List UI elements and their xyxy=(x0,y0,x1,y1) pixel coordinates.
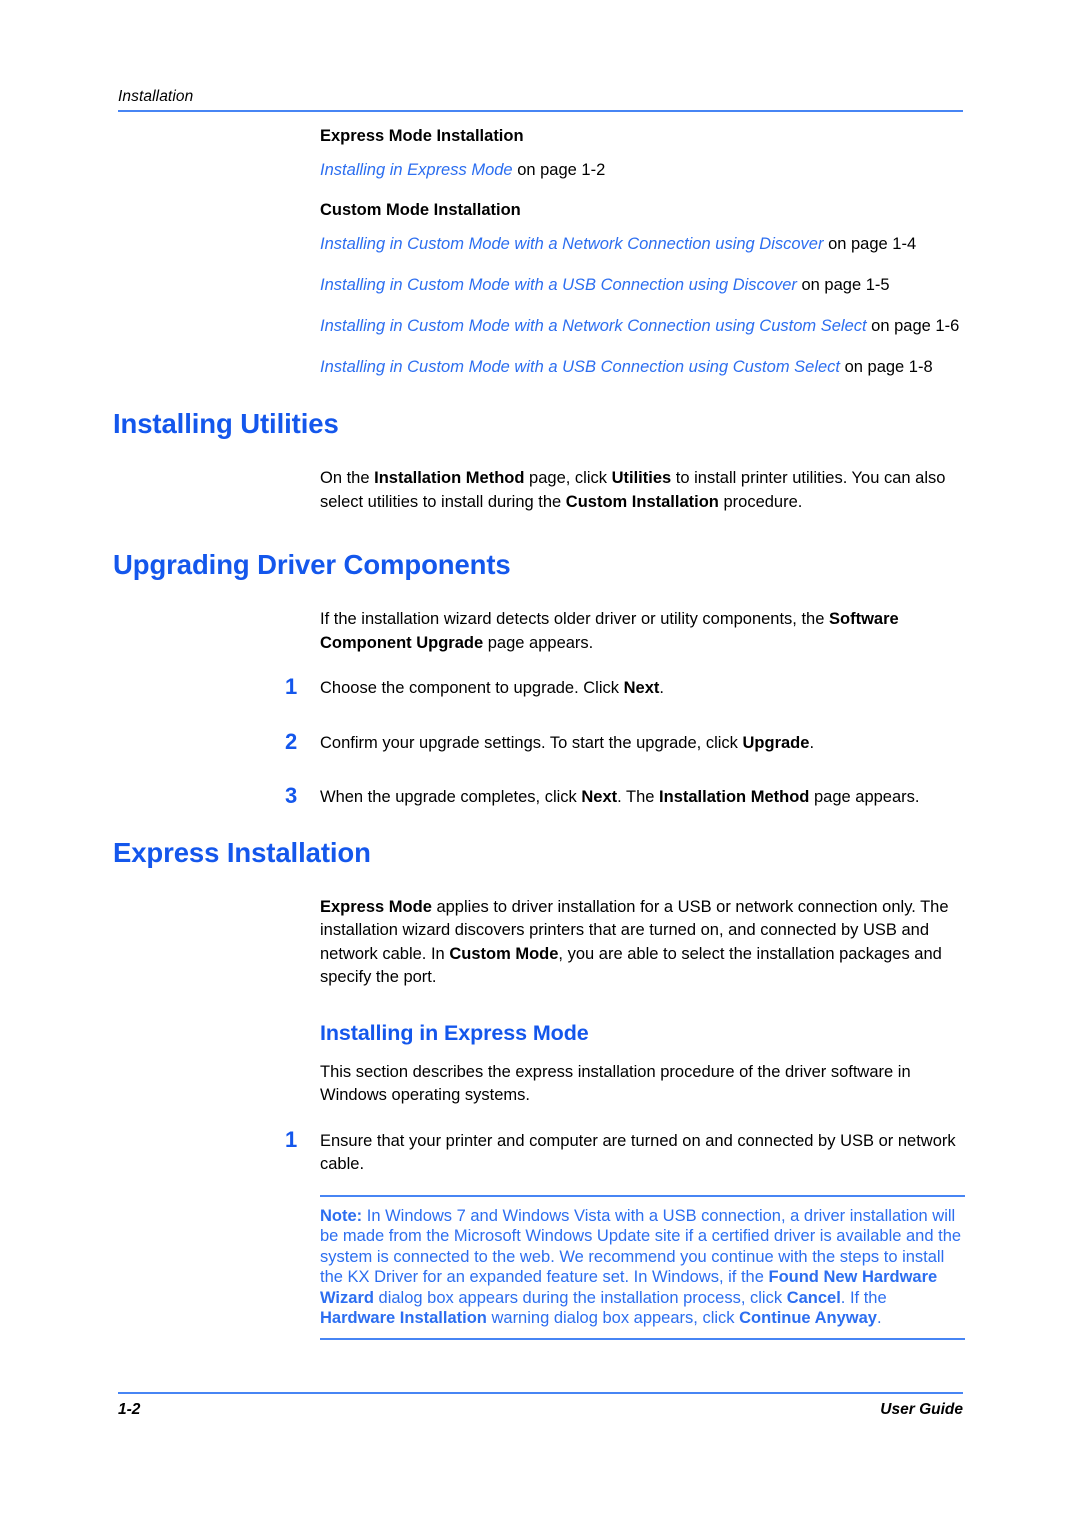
step-number: 3 xyxy=(285,783,298,808)
numbered-step: 1 Ensure that your printer and computer a… xyxy=(285,1127,965,1177)
express-intro-body: Express Mode applies to driver installat… xyxy=(320,896,965,990)
cross-reference-page: on page 1-4 xyxy=(823,235,917,253)
upgrading-steps-list: 1 Choose the component to upgrade. Click … xyxy=(0,675,1080,810)
text-run: page appears. xyxy=(483,633,594,652)
bold-run: Installation Method xyxy=(659,788,810,806)
text-run: warning dialog box appears, click xyxy=(486,1309,740,1327)
express-intro-paragraph: Express Mode applies to driver installat… xyxy=(320,896,965,990)
note-body: In Windows 7 and Windows Vista with a US… xyxy=(320,1207,961,1328)
cross-reference-link[interactable]: Installing in Custom Mode with a Network… xyxy=(320,235,823,253)
text-run: If the installation wizard detects older… xyxy=(320,610,829,628)
text-run: dialog box appears during the installati… xyxy=(373,1288,787,1307)
installing-in-express-mode-section: Installing in Express Mode This section … xyxy=(320,1020,965,1108)
note-label: Note: xyxy=(320,1206,363,1225)
heading-installing-in-express-mode: Installing in Express Mode xyxy=(320,1020,589,1045)
numbered-step: 1 Choose the component to upgrade. Click … xyxy=(285,675,965,701)
cross-reference-page: on page 1-6 xyxy=(866,317,960,335)
step-number: 1 xyxy=(285,674,298,699)
bold-run: Custom Installation xyxy=(565,492,719,511)
step-number: 2 xyxy=(285,728,298,754)
running-header-title: Installation xyxy=(118,88,194,105)
footer-guide-label: User Guide xyxy=(880,1401,963,1418)
heading-installing-utilities: Installing Utilities xyxy=(113,408,339,439)
text-run: . The xyxy=(617,788,660,806)
numbered-step: 3 When the upgrade completes, click Next.… xyxy=(285,784,965,810)
footer-rule xyxy=(118,1392,963,1394)
text-run: . xyxy=(876,1309,882,1327)
text-run: On the xyxy=(320,469,375,487)
bold-run: Installation Method xyxy=(374,469,525,487)
cross-reference-page: on page 1-2 xyxy=(512,161,606,179)
cross-reference-link[interactable]: Installing in Express Mode xyxy=(320,161,513,179)
heading-upgrading-driver-components: Upgrading Driver Components xyxy=(113,549,511,580)
cross-reference-link[interactable]: Installing in Custom Mode with a USB Con… xyxy=(320,358,840,376)
bold-run: Upgrade xyxy=(742,733,810,752)
installing-utilities-paragraph: On the Installation Method page, click U… xyxy=(320,467,965,514)
bold-run: Continue Anyway xyxy=(739,1309,877,1327)
cross-reference-group-heading: Express Mode Installation xyxy=(320,127,524,145)
step-text: Confirm your upgrade settings. To start … xyxy=(320,734,814,752)
note-box: Note: In Windows 7 and Windows Vista wit… xyxy=(320,1194,965,1340)
bold-run: Cancel xyxy=(786,1288,841,1307)
page-footer: 1-2 User Guide xyxy=(118,1392,963,1419)
text-run: page appears. xyxy=(809,788,920,806)
text-run: procedure. xyxy=(718,492,803,511)
numbered-step: 2 Confirm your upgrade settings. To start… xyxy=(285,729,965,756)
page-content: Express Mode Installation Installing in E… xyxy=(0,126,1080,1340)
cross-reference-item: Installing in Custom Mode with a Network… xyxy=(320,233,965,256)
cross-reference-link[interactable]: Installing in Custom Mode with a USB Con… xyxy=(320,276,797,294)
document-page: Installation Express Mode Installation In… xyxy=(0,0,1080,1528)
text-run: Confirm your upgrade settings. To start … xyxy=(320,733,743,752)
cross-reference-item: Installing in Custom Mode with a USB Con… xyxy=(320,356,965,379)
cross-reference-link[interactable]: Installing in Custom Mode with a Network… xyxy=(320,317,867,335)
heading-express-installation: Express Installation xyxy=(113,836,371,868)
cross-reference-groups: Express Mode Installation Installing in E… xyxy=(320,126,965,379)
step-number: 1 xyxy=(285,1126,298,1152)
bold-run: Custom Mode xyxy=(449,944,559,963)
step-text: Choose the component to upgrade. Click N… xyxy=(320,679,664,697)
express-mode-steps-list: 1 Ensure that your printer and computer a… xyxy=(0,1127,1080,1177)
installing-in-express-mode-paragraph: This section describes the express insta… xyxy=(320,1062,911,1105)
bold-run: Utilities xyxy=(611,469,672,487)
cross-reference-group-heading: Custom Mode Installation xyxy=(320,201,521,219)
bold-run: Next xyxy=(623,679,660,697)
cross-reference-item: Installing in Express Mode on page 1-2 xyxy=(320,159,965,182)
bold-run: Next xyxy=(581,788,618,806)
text-run: page, click xyxy=(524,469,612,487)
footer-page-number: 1-2 xyxy=(118,1401,141,1418)
running-header: Installation xyxy=(118,88,963,112)
header-rule xyxy=(118,110,963,112)
text-run: Ensure that your printer and computer ar… xyxy=(320,1131,956,1174)
cross-reference-item: Installing in Custom Mode with a USB Con… xyxy=(320,274,965,297)
step-text: When the upgrade completes, click Next. … xyxy=(320,788,919,806)
step-text: Ensure that your printer and computer ar… xyxy=(320,1132,956,1174)
bold-run: Express Mode xyxy=(320,897,432,916)
cross-reference-section: Express Mode Installation Installing in E… xyxy=(320,126,965,379)
text-run: Choose the component to upgrade. Click xyxy=(320,679,624,697)
installing-utilities-body: On the Installation Method page, click U… xyxy=(320,467,965,514)
upgrading-intro-body: If the installation wizard detects older… xyxy=(320,608,965,655)
cross-reference-page: on page 1-8 xyxy=(840,358,933,376)
upgrading-intro-paragraph: If the installation wizard detects older… xyxy=(320,608,965,655)
text-run: . If the xyxy=(840,1288,887,1307)
bold-run: Hardware Installation xyxy=(320,1309,487,1327)
cross-reference-item: Installing in Custom Mode with a Network… xyxy=(320,315,965,338)
cross-reference-page: on page 1-5 xyxy=(796,276,890,294)
text-run: . xyxy=(809,733,815,752)
text-run: . xyxy=(659,679,664,697)
text-run: When the upgrade completes, click xyxy=(320,788,582,806)
